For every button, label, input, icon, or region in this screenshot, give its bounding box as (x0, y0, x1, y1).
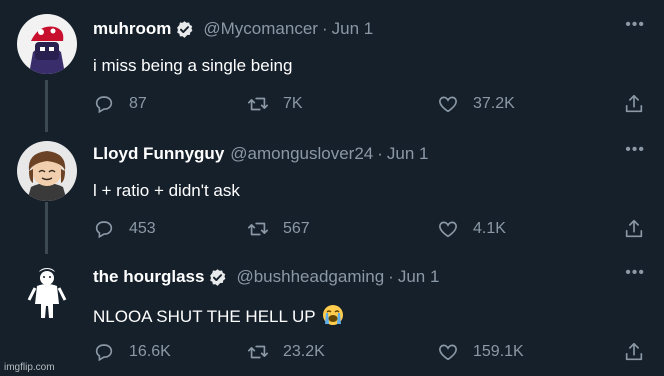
tweet[interactable]: muhroom @Mycomancer · Jun 1 ••• i miss b… (0, 0, 664, 120)
tweet-date[interactable]: Jun 1 (387, 144, 429, 164)
reply-count: 453 (129, 220, 156, 237)
avatar[interactable] (17, 14, 77, 74)
retweet-icon (248, 97, 268, 111)
like-count: 159.1K (473, 343, 524, 360)
retweet-icon (248, 222, 268, 236)
tweet-actions: 87 7K 37.2K (93, 93, 649, 117)
avatar[interactable] (17, 141, 77, 201)
tweet-text: NLOOA SHUT THE HELL UP (93, 307, 316, 326)
retweet-button[interactable]: 567 (247, 218, 310, 240)
retweet-count: 23.2K (283, 343, 325, 360)
reply-count: 16.6K (129, 343, 171, 360)
meta-separator: · (321, 19, 328, 38)
retweet-icon (248, 345, 268, 359)
tweet-actions: 453 567 4.1K (93, 218, 649, 242)
like-button[interactable]: 159.1K (437, 341, 524, 363)
more-icon[interactable]: ••• (625, 141, 645, 159)
like-button[interactable]: 4.1K (437, 218, 506, 240)
retweet-button[interactable]: 23.2K (247, 341, 325, 363)
tweet-date[interactable]: Jun 1 (332, 19, 374, 39)
share-icon (625, 342, 643, 361)
reply-icon (95, 96, 113, 114)
display-name[interactable]: Lloyd Funnyguy (93, 144, 224, 164)
display-name[interactable]: muhroom (93, 19, 171, 39)
tweet-text-row: NLOOA SHUT THE HELL UP (93, 304, 344, 327)
tweet-header: muhroom @Mycomancer · Jun 1 (93, 19, 373, 39)
retweet-count: 567 (283, 220, 310, 237)
more-icon[interactable]: ••• (625, 264, 645, 282)
watermark: imgflip.com (4, 362, 55, 373)
avatar[interactable] (17, 262, 77, 322)
tweet-text: l + ratio + didn't ask (93, 181, 240, 200)
more-icon[interactable]: ••• (625, 16, 645, 34)
reply-icon (95, 221, 113, 239)
display-name[interactable]: the hourglass (93, 267, 204, 287)
retweet-count: 7K (283, 95, 303, 112)
like-count: 37.2K (473, 95, 515, 112)
meta-separator: · (388, 267, 394, 286)
verified-badge-icon (177, 20, 193, 38)
handle[interactable]: @Mycomancer (203, 19, 318, 39)
reply-icon (95, 344, 113, 362)
reply-button[interactable]: 87 (93, 93, 147, 115)
tweet-header: the hourglass @bushheadgaming · Jun 1 (93, 267, 439, 287)
meta-separator: · (377, 144, 383, 163)
share-icon (625, 94, 643, 113)
like-button[interactable]: 37.2K (437, 93, 515, 115)
reply-count: 87 (129, 95, 147, 112)
like-count: 4.1K (473, 220, 506, 237)
reply-button[interactable]: 16.6K (93, 341, 171, 363)
tweet-text: i miss being a single being (93, 56, 293, 75)
tweet[interactable]: Lloyd Funnyguy @amonguslover24 · Jun 1 •… (0, 125, 664, 245)
tweet-date[interactable]: Jun 1 (398, 267, 440, 287)
tweet[interactable]: the hourglass @bushheadgaming · Jun 1 ••… (0, 248, 664, 368)
handle[interactable]: @bushheadgaming (236, 267, 384, 287)
heart-icon (439, 221, 457, 238)
reply-button[interactable]: 453 (93, 218, 156, 240)
loudly-crying-face-icon (323, 305, 344, 325)
tweet-actions: 16.6K 23.2K 159.1K (93, 341, 649, 365)
share-button[interactable] (623, 341, 659, 363)
heart-icon (439, 96, 457, 113)
heart-icon (439, 344, 457, 361)
retweet-button[interactable]: 7K (247, 93, 303, 115)
share-icon (625, 219, 643, 238)
share-button[interactable] (623, 218, 659, 240)
verified-badge-icon (210, 268, 226, 286)
share-button[interactable] (623, 93, 659, 115)
handle[interactable]: @amonguslover24 (230, 144, 373, 164)
tweet-header: Lloyd Funnyguy @amonguslover24 · Jun 1 (93, 144, 429, 164)
